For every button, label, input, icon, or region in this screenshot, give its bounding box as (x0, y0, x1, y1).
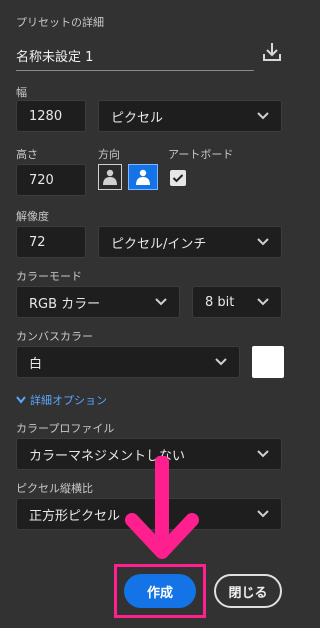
chevron-down-icon (257, 298, 269, 306)
chevron-down-icon (215, 358, 227, 366)
portrait-person-icon (103, 169, 117, 185)
chevron-down-icon (257, 238, 269, 246)
landscape-person-icon (136, 169, 150, 185)
chevron-down-icon (155, 298, 167, 306)
save-preset-icon[interactable] (260, 40, 284, 64)
chevron-down-icon (257, 112, 269, 120)
close-button[interactable]: 閉じる (214, 574, 282, 608)
bit-depth-select[interactable]: 8 bit (192, 286, 282, 318)
pixel-aspect-label: ピクセル縦横比 (16, 482, 93, 495)
color-mode-value: RGB カラー (29, 296, 101, 312)
portrait-orientation-button[interactable] (98, 164, 122, 190)
create-button[interactable]: 作成 (124, 574, 196, 608)
color-mode-select[interactable]: RGB カラー (16, 286, 180, 318)
checkmark-icon (172, 174, 184, 183)
canvas-color-swatch[interactable] (252, 346, 284, 378)
width-unit-value: ピクセル (111, 110, 164, 126)
height-label: 高さ (16, 148, 38, 161)
landscape-orientation-button[interactable] (128, 164, 158, 190)
down-arrow-annotation (124, 455, 200, 566)
bit-depth-value: 8 bit (205, 294, 235, 310)
advanced-options-label: 詳細オプション (30, 394, 107, 407)
canvas-color-select[interactable]: 白 (16, 346, 240, 378)
artboard-label: アートボード (168, 148, 234, 161)
preset-name-underline (16, 70, 254, 71)
resolution-input[interactable]: 72 (16, 226, 86, 258)
chevron-down-icon (16, 396, 26, 404)
resolution-unit-select[interactable]: ピクセル/インチ (98, 226, 282, 258)
advanced-options-toggle[interactable]: 詳細オプション (16, 392, 107, 408)
width-input[interactable]: 1280 (16, 100, 86, 132)
preset-title: プリセットの詳細 (16, 16, 104, 29)
width-unit-select[interactable]: ピクセル (98, 100, 282, 132)
color-mode-label: カラーモード (16, 270, 82, 283)
resolution-label: 解像度 (16, 210, 49, 223)
chevron-down-icon (257, 510, 269, 518)
resolution-unit-value: ピクセル/インチ (111, 236, 207, 252)
preset-name-input[interactable]: 名称未設定 1 (16, 46, 93, 65)
canvas-color-value: 白 (29, 356, 43, 372)
chevron-down-icon (257, 450, 269, 458)
color-profile-label: カラープロファイル (16, 422, 115, 435)
orientation-label: 方向 (98, 148, 120, 161)
height-input[interactable]: 720 (16, 164, 86, 196)
pixel-aspect-value: 正方形ピクセル (29, 508, 121, 524)
canvas-color-label: カンバスカラー (16, 330, 93, 343)
artboard-checkbox[interactable] (170, 170, 186, 186)
width-label: 幅 (16, 86, 27, 99)
